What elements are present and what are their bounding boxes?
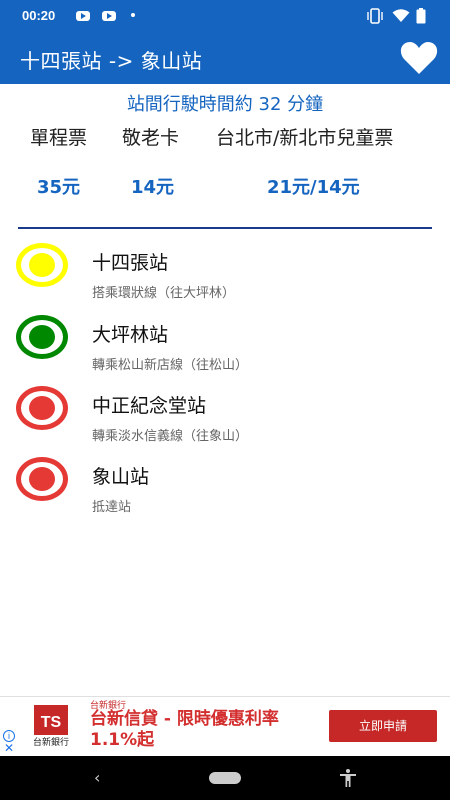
vibrate-icon [367,8,383,24]
battery-icon [416,8,426,24]
status-bar: 00:20 [0,0,450,32]
youtube-icon [102,11,116,21]
route-stop: 象山站 抵達站 [0,457,450,529]
apply-button[interactable]: 立即申請 [329,710,437,742]
fare-value-child: 21元/14元 [267,177,360,198]
svg-text:TS: TS [41,714,62,731]
line-color-ring-icon [16,315,68,359]
accessibility-icon[interactable] [338,768,358,788]
route-stop: 中正紀念堂站 轉乘淡水信義線（往象山） [0,386,450,458]
line-color-ring-icon [16,386,68,430]
bank-logo-text: 台新銀行 [32,738,69,748]
stop-name: 象山站 [92,466,150,488]
status-time: 00:20 [22,8,56,23]
app-bar: 十四張站 -> 象山站 [0,32,450,84]
ad-banner[interactable]: i ✕ TS 台新銀行 台新銀行 台新信貸 - 限時優惠利率1.1%起 立即申請 [0,696,450,756]
navigation-bar: ‹ [0,756,450,800]
stop-note: 搭乘環狀線（往大坪林） [92,286,236,301]
stop-name: 中正紀念堂站 [92,395,207,417]
divider [18,227,432,229]
route-title: 十四張站 -> 象山站 [20,49,203,73]
stop-name: 大坪林站 [92,324,169,346]
fare-header-senior: 敬老卡 [122,127,180,149]
line-color-ring-icon [16,457,68,501]
ad-headline[interactable]: 台新信貸 - 限時優惠利率1.1%起 [90,709,320,751]
stop-name: 十四張站 [92,252,169,274]
heart-icon[interactable] [400,41,438,75]
stop-note: 轉乘松山新店線（往松山） [92,358,249,373]
travel-time: 站間行駛時間約 32 分鐘 [126,94,324,115]
back-icon[interactable]: ‹ [94,768,100,787]
fare-value-senior: 14元 [131,177,175,198]
fare-header-child: 台北市/新北市兒童票 [216,127,394,149]
youtube-icon [76,11,90,21]
route-stop: 大坪林站 轉乘松山新店線（往松山） [0,315,450,387]
fare-value-single: 35元 [37,177,81,198]
stop-note: 抵達站 [92,500,132,515]
route-stop: 十四張站 搭乘環狀線（往大坪林） [0,243,450,315]
fare-header-single: 單程票 [30,127,88,149]
stop-note: 轉乘淡水信義線（往象山） [92,429,249,444]
dot-icon [131,13,135,17]
wifi-icon [392,9,410,22]
home-pill-icon[interactable] [209,772,241,784]
close-icon[interactable]: ✕ [4,741,14,755]
line-color-ring-icon [16,243,68,287]
